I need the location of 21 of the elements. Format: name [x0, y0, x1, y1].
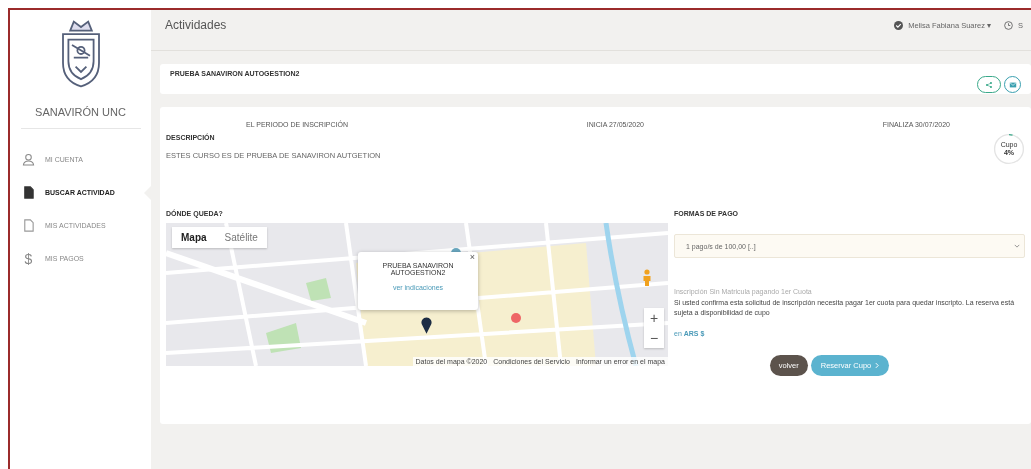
map-pin-icon — [421, 317, 432, 334]
email-button[interactable] — [1004, 76, 1021, 93]
chevron-down-icon — [1014, 244, 1020, 248]
zoom-out-button[interactable]: − — [644, 328, 664, 348]
person-icon[interactable] — [642, 269, 652, 287]
check-circle-icon — [894, 20, 904, 30]
envelope-icon — [1008, 80, 1017, 89]
share-button[interactable] — [977, 76, 1001, 93]
share-icon — [985, 80, 993, 89]
map-type-tab[interactable]: Satélite — [215, 227, 267, 248]
clock-icon — [1004, 20, 1013, 30]
document-icon — [22, 219, 35, 232]
document-icon — [22, 186, 35, 199]
map-type-tab[interactable]: Mapa — [172, 227, 216, 248]
dollar-icon: $ — [22, 250, 35, 267]
chevron-right-icon — [875, 362, 880, 369]
zoom-in-button[interactable]: + — [644, 308, 664, 328]
close-button[interactable]: × — [469, 252, 475, 262]
brand-name: SANAVIRÓN UNC — [35, 106, 126, 118]
user-icon — [22, 153, 35, 166]
page-title: Actividades — [165, 18, 227, 32]
